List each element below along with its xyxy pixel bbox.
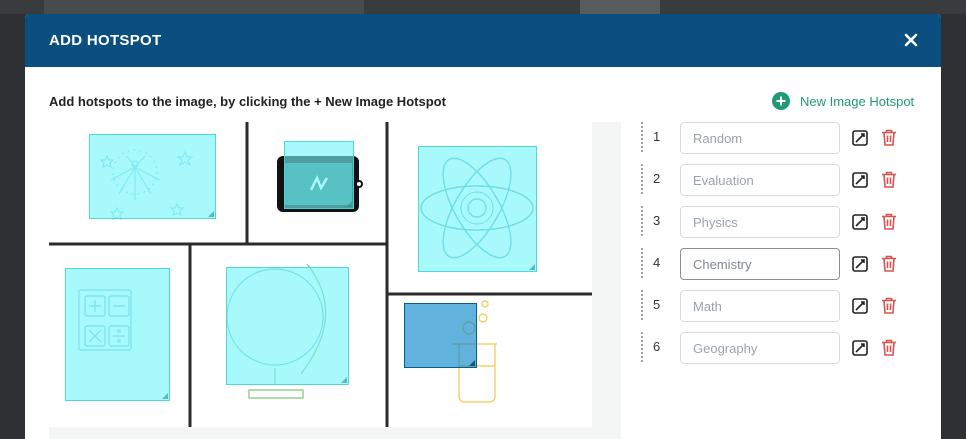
- hotspot-name-input[interactable]: [680, 206, 840, 238]
- hotspot-name-input[interactable]: [680, 122, 840, 154]
- trash-icon[interactable]: [881, 171, 897, 188]
- hotspot-row-1: 1: [639, 122, 929, 154]
- edit-icon[interactable]: [852, 298, 868, 314]
- drag-handle-icon[interactable]: [641, 164, 645, 194]
- hotspot-number: 4: [653, 255, 661, 270]
- modal-header: ADD HOTSPOT: [25, 14, 941, 67]
- hotspot-row-4: 4: [639, 248, 929, 280]
- hotspot-number: 2: [653, 171, 661, 186]
- new-image-hotspot-label: New Image Hotspot: [800, 93, 915, 109]
- edit-icon[interactable]: [852, 256, 868, 272]
- trash-icon[interactable]: [881, 297, 897, 314]
- background-toolbar: [44, 0, 364, 14]
- hotspot-number: 1: [653, 129, 661, 144]
- hotspot-row-6: 6: [639, 332, 929, 364]
- background-page: [0, 0, 966, 14]
- resize-handle[interactable]: [469, 360, 475, 366]
- hotspot-random[interactable]: [89, 134, 216, 219]
- resize-handle[interactable]: [341, 377, 347, 383]
- hotspot-number: 6: [653, 339, 661, 354]
- drag-handle-icon[interactable]: [641, 206, 645, 236]
- new-image-hotspot-button[interactable]: New Image Hotspot: [772, 92, 914, 110]
- resize-handle[interactable]: [529, 264, 535, 270]
- hotspot-name-input[interactable]: [680, 290, 840, 322]
- hotspot-row-3: 3: [639, 206, 929, 238]
- hotspot-geography[interactable]: [226, 267, 349, 385]
- trash-icon[interactable]: [881, 255, 897, 272]
- edit-icon[interactable]: [852, 214, 868, 230]
- hotspot-row-2: 2: [639, 164, 929, 196]
- edit-icon[interactable]: [852, 130, 868, 146]
- drag-handle-icon[interactable]: [641, 290, 645, 320]
- edit-icon[interactable]: [852, 340, 868, 356]
- hotspot-row-5: 5: [639, 290, 929, 322]
- hotspot-math[interactable]: [65, 268, 170, 401]
- drag-handle-icon[interactable]: [641, 332, 645, 362]
- hotspot-physics[interactable]: [418, 146, 537, 272]
- resize-handle[interactable]: [346, 201, 352, 207]
- hotspot-name-input[interactable]: [680, 332, 840, 364]
- hotspot-number: 3: [653, 213, 661, 228]
- plus-circle-icon: [772, 92, 790, 110]
- trash-icon[interactable]: [881, 339, 897, 356]
- resize-handle[interactable]: [208, 211, 214, 217]
- hotspot-evaluation[interactable]: [284, 141, 354, 209]
- drag-handle-icon[interactable]: [641, 248, 645, 278]
- trash-icon[interactable]: [881, 129, 897, 146]
- resize-handle[interactable]: [162, 393, 168, 399]
- hotspot-chemistry[interactable]: [404, 303, 477, 368]
- modal-title: ADD HOTSPOT: [49, 32, 162, 49]
- close-button[interactable]: [899, 28, 923, 52]
- hotspot-number: 5: [653, 297, 661, 312]
- background-button: [580, 0, 660, 14]
- drag-handle-icon[interactable]: [641, 122, 645, 152]
- image-panel: [49, 122, 621, 439]
- edit-icon[interactable]: [852, 172, 868, 188]
- hotspot-name-input[interactable]: [680, 164, 840, 196]
- close-icon: [904, 33, 918, 47]
- trash-icon[interactable]: [881, 213, 897, 230]
- add-hotspot-modal: ADD HOTSPOT Add hotspots to the image, b…: [25, 14, 941, 439]
- hotspot-name-input[interactable]: [680, 248, 840, 280]
- hotspot-image-canvas[interactable]: [49, 122, 592, 427]
- instructions-text: Add hotspots to the image, by clicking t…: [49, 94, 446, 109]
